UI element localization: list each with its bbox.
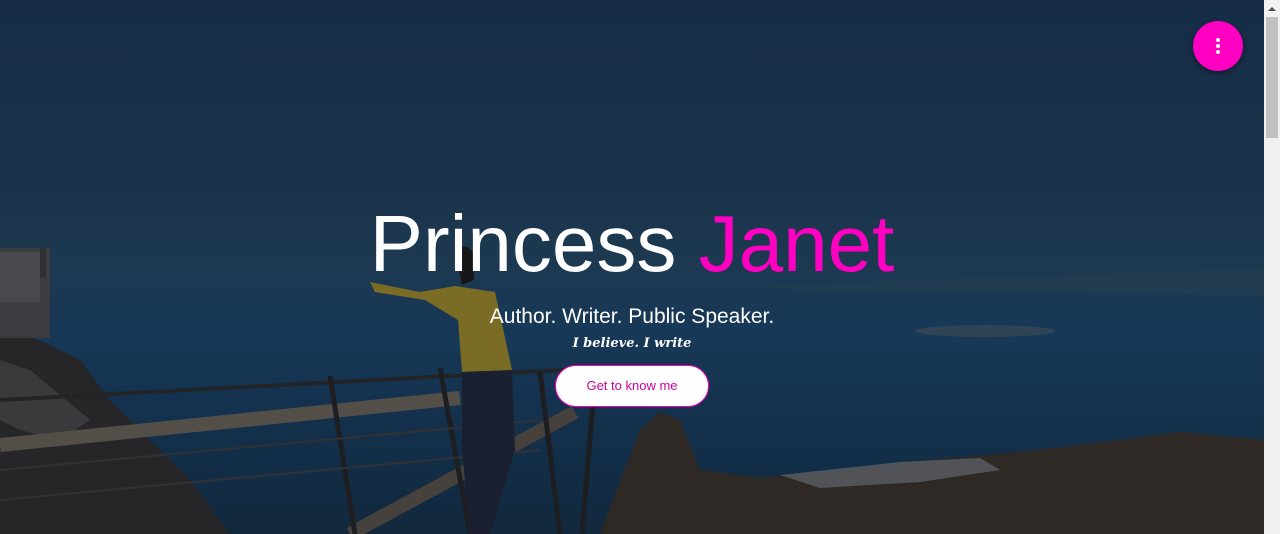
hero-section: Princess Janet Author. Writer. Public Sp…: [0, 0, 1264, 534]
hero-subtitle: Author. Writer. Public Speaker.: [489, 305, 775, 328]
scroll-up-arrow-icon[interactable]: [1264, 0, 1280, 17]
menu-button[interactable]: [1193, 21, 1243, 71]
hero-title: Princess Janet: [0, 198, 1264, 290]
more-vertical-icon: [1216, 38, 1220, 54]
page-scrollbar[interactable]: [1264, 0, 1280, 534]
scroll-thumb[interactable]: [1266, 17, 1278, 138]
hero-tagline: I believe. I write: [572, 336, 692, 351]
get-to-know-me-button[interactable]: Get to know me: [555, 365, 709, 407]
hero-title-first: Princess: [369, 199, 677, 288]
hero-content: Princess Janet Author. Writer. Public Sp…: [0, 198, 1264, 407]
hero-title-accent: Janet: [698, 199, 895, 288]
